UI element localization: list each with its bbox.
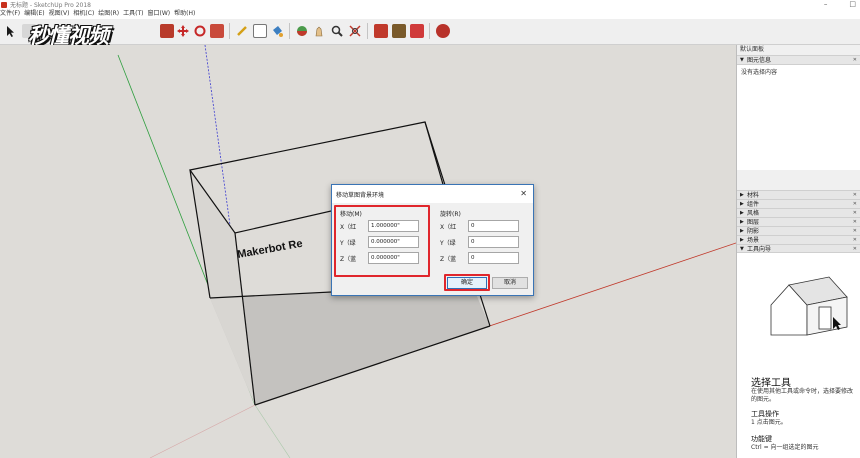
move-group-label: 移动(M) [340,211,362,218]
move-x-label: X（红 [340,223,357,231]
extension-manager-icon[interactable] [436,24,450,38]
green-axis-negative [254,404,291,458]
push-pull-icon[interactable] [160,24,174,38]
rotate-x-input[interactable]: 0 [468,220,519,232]
warehouse-icon[interactable] [374,24,388,38]
menu-window[interactable]: 窗口(W) [148,9,175,19]
menu-camera[interactable]: 相机(C) [73,9,98,19]
rotate-y-input[interactable]: 0 [468,236,519,248]
instructor-keys-title: 功能键 [751,435,772,443]
menu-tools[interactable]: 工具(T) [123,9,147,19]
scale-icon[interactable] [210,24,224,38]
move-z-label: Z（蓝 [340,255,357,263]
chevron-down-icon: ▼ [740,57,744,63]
instructor-ops-title: 工具操作 [751,410,779,418]
close-icon[interactable]: ✕ [520,189,527,198]
select-arrow-icon[interactable] [3,24,17,38]
zoom-icon[interactable] [330,24,344,38]
pan-icon[interactable] [312,24,326,38]
move-sketch-background-dialog: 移动草图背景环境 ✕ 移动(M) X（红 1.000000" Y（绿 0.000… [331,184,534,296]
cancel-button[interactable]: 取消 [492,277,528,289]
box-left-face [190,170,255,405]
panel-components[interactable]: ▶ 组件 ✕ [737,199,860,208]
text-tool-icon[interactable] [253,24,267,38]
move-y-label: Y（绿 [340,239,356,247]
paint-bucket-icon[interactable] [270,24,284,38]
dialog-title: 移动草图背景环境 [336,191,385,199]
maximize-button[interactable]: □ [849,0,856,9]
panel-styles[interactable]: ▶ 风格 ✕ [737,208,860,217]
panel-layers[interactable]: ▶ 图层 ✕ [737,217,860,226]
rotate-y-label: Y（绿 [440,239,456,247]
move-y-input[interactable]: 0.000000" [368,236,419,248]
instructor-heading: 选择工具 [751,378,791,389]
minimize-button[interactable]: – [824,0,828,9]
instructor-body: 选择工具 在使用其他工具或命令时，选择要修改的图元。 工具操作 1 点击图元。 … [737,252,860,458]
orbit-icon[interactable] [295,24,309,38]
menu-draw[interactable]: 绘图(R) [98,9,123,19]
move-icon[interactable] [176,24,190,38]
rotate-x-label: X（红 [440,223,457,231]
menu-bar: 文件(F) 编辑(E) 视图(V) 相机(C) 绘图(R) 工具(T) 窗口(W… [0,9,860,19]
rotate-icon[interactable] [193,24,207,38]
panel-materials[interactable]: ▶ 材料 ✕ [737,190,860,199]
sketchup-app-icon [1,1,7,8]
close-icon[interactable]: ✕ [853,56,857,65]
instructor-ops-step: 1 点击图元。 [751,419,787,426]
panel-entity-info[interactable]: ▼ 图元信息 ✕ [737,55,860,64]
panel-scenes[interactable]: ▶ 场景 ✕ [737,235,860,244]
menu-edit[interactable]: 编辑(E) [24,9,48,19]
makerbot-label: Makerbot Re [236,238,303,261]
move-x-input[interactable]: 1.000000" [368,220,419,232]
dialog-title-bar: 移动草图背景环境 ✕ [332,185,533,203]
ok-button[interactable]: 确定 [447,277,487,289]
instructor-description: 在使用其他工具或命令时，选择要修改的图元。 [751,388,854,403]
title-bar: 无标题 - SketchUp Pro 2018 – □ [0,0,860,9]
zoom-extents-icon[interactable] [348,24,362,38]
default-tray: 默认面板 ▼ 图元信息 ✕ 没有选择内容 ▶ 材料 ✕ ▶ 组件 ✕ ▶ 风格 … [736,45,860,458]
extension-warehouse-icon[interactable] [392,24,406,38]
tray-title: 默认面板 [737,45,860,55]
panel-shadows[interactable]: ▶ 阴影 ✕ [737,226,860,235]
menu-help[interactable]: 帮助(H) [174,9,199,19]
menu-file[interactable]: 文件(F) [0,9,24,19]
main-toolbar [0,19,860,45]
red-axis-negative [149,404,256,458]
window-title: 无标题 - SketchUp Pro 2018 [10,2,91,9]
tape-measure-icon[interactable] [235,24,249,38]
rotate-z-input[interactable]: 0 [468,252,519,264]
house-illustration [770,276,848,336]
instructor-keys-ctrl: Ctrl = 向一组选定的图元 [751,444,819,451]
menu-view[interactable]: 视图(V) [49,9,74,19]
share-model-icon[interactable] [410,24,424,38]
rotate-z-label: Z（蓝 [440,255,457,263]
entity-info-body: 没有选择内容 [737,64,860,170]
entity-info-content: 没有选择内容 [741,69,778,76]
rotate-group-label: 旋转(R) [440,211,461,218]
move-z-input[interactable]: 0.000000" [368,252,419,264]
